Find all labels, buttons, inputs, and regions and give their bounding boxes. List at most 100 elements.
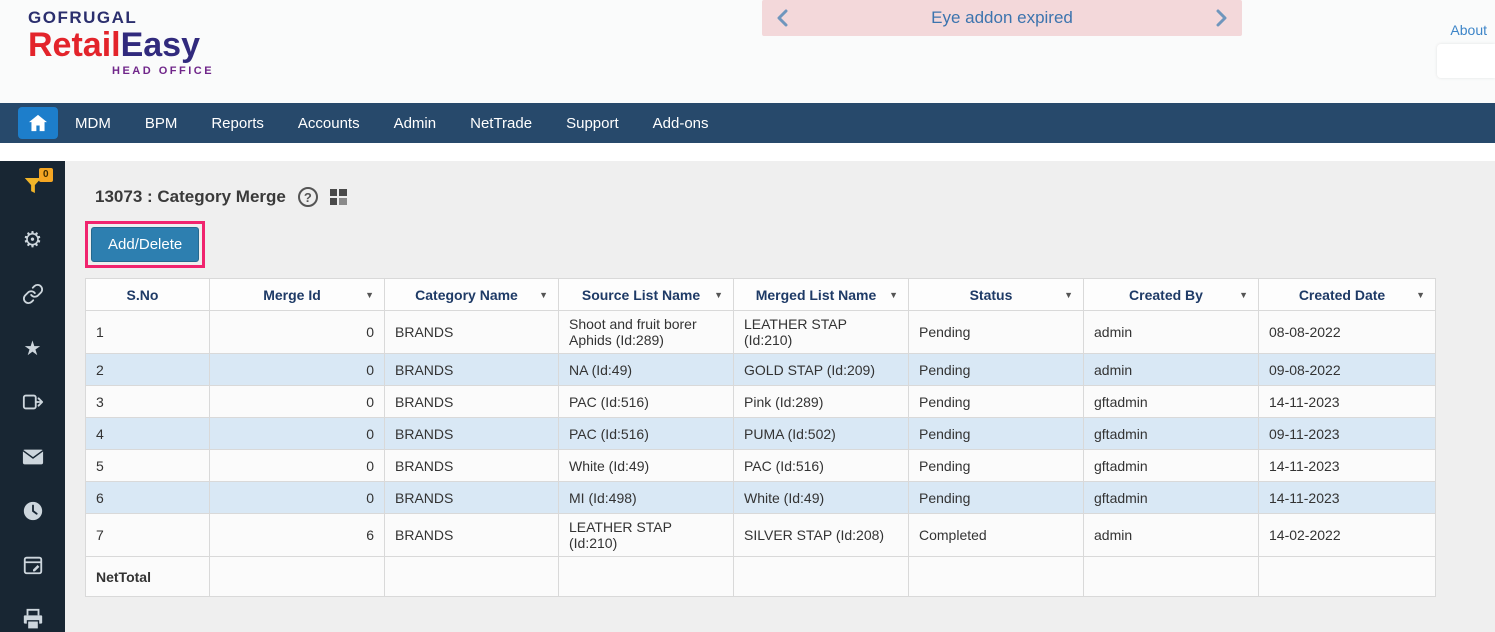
cell-merged: GOLD STAP (Id:209) <box>734 354 909 386</box>
cell-category: BRANDS <box>385 386 559 418</box>
home-icon <box>28 114 48 132</box>
cell-source: LEATHER STAP (Id:210) <box>559 514 734 557</box>
cell-status: Pending <box>909 482 1084 514</box>
table-row[interactable]: 10BRANDSShoot and fruit borer Aphids (Id… <box>86 311 1436 354</box>
grid-icon[interactable] <box>330 189 347 205</box>
page-title: 13073 : Category Merge <box>95 187 286 207</box>
nav-item-support[interactable]: Support <box>555 115 630 132</box>
brand-subtitle: HEAD OFFICE <box>112 65 214 77</box>
cell-category: BRANDS <box>385 514 559 557</box>
cell-category: BRANDS <box>385 354 559 386</box>
sort-dropdown-icon[interactable]: ▼ <box>365 290 374 300</box>
nav-item-bpm[interactable]: BPM <box>134 115 189 132</box>
cell-status: Pending <box>909 450 1084 482</box>
filter-icon[interactable]: 0 <box>20 173 46 198</box>
sort-dropdown-icon[interactable]: ▼ <box>1239 290 1248 300</box>
cell-category: BRANDS <box>385 418 559 450</box>
nav-item-admin[interactable]: Admin <box>383 115 448 132</box>
nav-item-accounts[interactable]: Accounts <box>287 115 371 132</box>
link-icon[interactable] <box>20 281 46 306</box>
column-header-merged-list-name[interactable]: Merged List Name ▼ <box>734 279 909 311</box>
cell-category: BRANDS <box>385 311 559 354</box>
cell-created_by: gftadmin <box>1084 386 1259 418</box>
nav-item-add-ons[interactable]: Add-ons <box>642 115 720 132</box>
schedule-edit-icon[interactable] <box>20 553 46 578</box>
content-area: 13073 : Category Merge ? Add/Delete S.No… <box>65 161 1495 632</box>
sort-dropdown-icon[interactable]: ▼ <box>1416 290 1425 300</box>
cell-merged: PUMA (Id:502) <box>734 418 909 450</box>
column-label: Status <box>970 287 1013 303</box>
column-label: Merged List Name <box>756 287 877 303</box>
highlight-annotation: Add/Delete <box>85 221 205 268</box>
nav-item-reports[interactable]: Reports <box>200 115 275 132</box>
cell-sno: 4 <box>86 418 210 450</box>
category-merge-table: S.NoMerge Id▼Category Name▼Source List N… <box>85 278 1436 597</box>
table-body: 10BRANDSShoot and fruit borer Aphids (Id… <box>86 311 1436 557</box>
app-logo: GOFRUGAL RetailEasy HEAD OFFICE <box>28 8 214 77</box>
help-icon[interactable]: ? <box>298 187 318 207</box>
cell-merge_id: 0 <box>210 482 385 514</box>
column-header-source-list-name[interactable]: Source List Name ▼ <box>559 279 734 311</box>
table-row[interactable]: 20BRANDSNA (Id:49)GOLD STAP (Id:209)Pend… <box>86 354 1436 386</box>
cell-sno: 3 <box>86 386 210 418</box>
print-icon[interactable] <box>20 607 46 632</box>
column-header-category-name[interactable]: Category Name ▼ <box>385 279 559 311</box>
cell-created_date: 09-08-2022 <box>1259 354 1436 386</box>
home-button[interactable] <box>18 107 58 139</box>
column-label: Category Name <box>415 287 518 303</box>
cell-status: Pending <box>909 354 1084 386</box>
cell-created_by: admin <box>1084 311 1259 354</box>
nav-item-mdm[interactable]: MDM <box>64 115 122 132</box>
cell-merge_id: 0 <box>210 386 385 418</box>
chevron-right-icon[interactable] <box>1216 9 1228 27</box>
column-label: Merge Id <box>263 287 321 303</box>
column-header-created-date[interactable]: Created Date ▼ <box>1259 279 1436 311</box>
table-row[interactable]: 30BRANDSPAC (Id:516)Pink (Id:289)Pending… <box>86 386 1436 418</box>
add-delete-button[interactable]: Add/Delete <box>91 227 199 262</box>
cell-status: Completed <box>909 514 1084 557</box>
column-header-s-no: S.No <box>86 279 210 311</box>
sort-dropdown-icon[interactable]: ▼ <box>1064 290 1073 300</box>
nav-item-nettrade[interactable]: NetTrade <box>459 115 543 132</box>
cell-source: NA (Id:49) <box>559 354 734 386</box>
divider-strip <box>0 143 1495 161</box>
table-row[interactable]: 50BRANDSWhite (Id:49)PAC (Id:516)Pending… <box>86 450 1436 482</box>
cell-created_by: admin <box>1084 514 1259 557</box>
product-name: RetailEasy <box>28 28 214 64</box>
cell-created_date: 08-08-2022 <box>1259 311 1436 354</box>
column-label: Source List Name <box>582 287 700 303</box>
chevron-left-icon[interactable] <box>776 9 788 27</box>
send-icon[interactable] <box>20 390 46 415</box>
sort-dropdown-icon[interactable]: ▼ <box>889 290 898 300</box>
cell-merged: White (Id:49) <box>734 482 909 514</box>
mail-icon[interactable] <box>20 444 46 469</box>
table-row[interactable]: 76BRANDSLEATHER STAP (Id:210)SILVER STAP… <box>86 514 1436 557</box>
cell-source: PAC (Id:516) <box>559 418 734 450</box>
net-total-label: NetTotal <box>86 557 210 597</box>
favorites-star-icon[interactable] <box>20 336 46 361</box>
cell-source: White (Id:49) <box>559 450 734 482</box>
cell-created_by: gftadmin <box>1084 482 1259 514</box>
cell-sno: 1 <box>86 311 210 354</box>
table-row[interactable]: 40BRANDSPAC (Id:516)PUMA (Id:502)Pending… <box>86 418 1436 450</box>
footer-empty-cell <box>909 557 1084 597</box>
column-label: S.No <box>127 287 159 303</box>
table-row[interactable]: 60BRANDSMI (Id:498)White (Id:49)Pendingg… <box>86 482 1436 514</box>
cell-merge_id: 0 <box>210 418 385 450</box>
cell-created_date: 14-11-2023 <box>1259 450 1436 482</box>
cell-merged: PAC (Id:516) <box>734 450 909 482</box>
history-clock-icon[interactable] <box>20 498 46 523</box>
column-header-created-by[interactable]: Created By▼ <box>1084 279 1259 311</box>
cell-category: BRANDS <box>385 482 559 514</box>
footer-empty-cell <box>1084 557 1259 597</box>
cell-status: Pending <box>909 418 1084 450</box>
column-header-merge-id[interactable]: Merge Id ▼ <box>210 279 385 311</box>
cell-sno: 6 <box>86 482 210 514</box>
sort-dropdown-icon[interactable]: ▼ <box>539 290 548 300</box>
column-header-status[interactable]: Status ▼ <box>909 279 1084 311</box>
settings-icon[interactable] <box>20 227 46 252</box>
table-header-row: S.NoMerge Id▼Category Name▼Source List N… <box>86 279 1436 311</box>
about-link[interactable]: About <box>1450 22 1487 38</box>
sort-dropdown-icon[interactable]: ▼ <box>714 290 723 300</box>
column-label: Created Date <box>1299 287 1385 303</box>
